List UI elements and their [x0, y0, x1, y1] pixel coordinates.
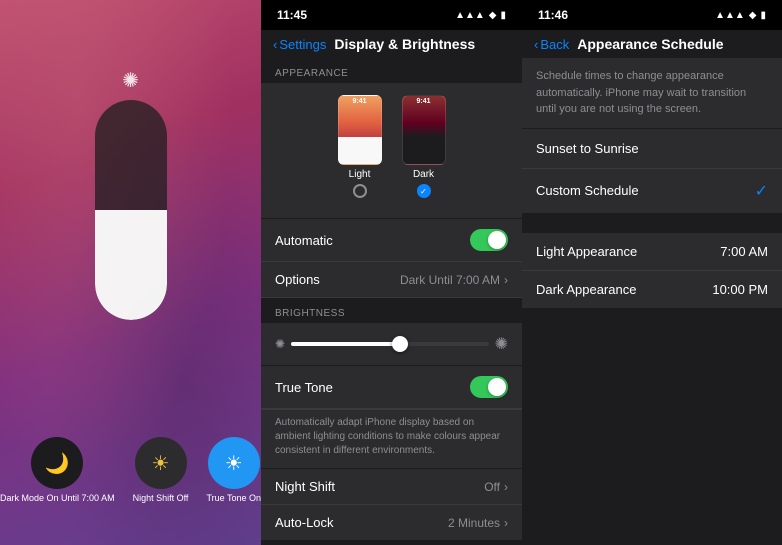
slider-fill — [95, 210, 167, 320]
status-bar: 11:45 ▲▲▲ ◆ ▮ — [261, 0, 522, 30]
auto-lock-row[interactable]: Auto-Lock 2 Minutes › — [261, 505, 522, 540]
db-content: APPEARANCE 9:41 Light 9:41 Dark ✓ — [261, 58, 522, 545]
display-brightness-panel: 11:45 ▲▲▲ ◆ ▮ ‹ Settings Display & Brigh… — [261, 0, 522, 545]
status-icons-3: ▲▲▲ ◆ ▮ — [715, 10, 766, 21]
night-shift-value-text: Off — [484, 480, 500, 494]
preview-time-light: 9:41 — [339, 96, 381, 105]
schedule-description: Schedule times to change appearance auto… — [522, 58, 782, 128]
signal-icon: ▲▲▲ — [455, 10, 485, 21]
light-mode-option[interactable]: 9:41 Light — [338, 95, 382, 198]
dark-mode-icon: 🌙 — [31, 437, 83, 489]
brightness-sun-icon: ✺ — [122, 68, 139, 93]
custom-schedule-option[interactable]: Custom Schedule ✓ — [522, 169, 782, 213]
signal-icon-3: ▲▲▲ — [715, 10, 745, 21]
appearance-options: 9:41 Light 9:41 Dark ✓ — [338, 95, 446, 198]
auto-lock-value-text: 2 Minutes — [448, 516, 500, 530]
true-tone-label: True Tone On — [206, 493, 261, 505]
true-tone-description: Automatically adapt iPhone display based… — [261, 409, 522, 468]
nav-bar: ‹ Settings Display & Brightness — [261, 30, 522, 58]
true-tone-row[interactable]: True Tone — [261, 366, 522, 409]
true-tone-icon: ☀ — [208, 437, 260, 489]
wifi-icon: ◆ — [489, 10, 497, 21]
custom-schedule-label: Custom Schedule — [536, 183, 639, 198]
dark-mode-item[interactable]: 🌙 Dark Mode On Until 7:00 AM — [0, 437, 115, 505]
dark-appearance-row[interactable]: Dark Appearance 10:00 PM — [522, 271, 782, 308]
dark-appearance-label: Dark Appearance — [536, 282, 636, 297]
preview-time-dark: 9:41 — [403, 96, 445, 105]
control-center-panel: ✺ 🌙 Dark Mode On Until 7:00 AM ☀ Night S… — [0, 0, 261, 545]
light-appearance-label: Light Appearance — [536, 244, 637, 259]
page-title: Display & Brightness — [334, 36, 475, 52]
dark-mode-label: Dark Mode On Until 7:00 AM — [0, 493, 115, 505]
wifi-icon-3: ◆ — [749, 10, 757, 21]
light-appearance-row[interactable]: Light Appearance 7:00 AM — [522, 233, 782, 271]
brightness-section: ✺ ✺ — [261, 323, 522, 365]
night-shift-label: Night Shift — [275, 479, 335, 494]
options-value-text: Dark Until 7:00 AM — [400, 273, 500, 287]
night-shift-icon: ☀ — [135, 437, 187, 489]
chevron-left-icon: ‹ — [273, 37, 277, 52]
appearance-section: 9:41 Light 9:41 Dark ✓ — [261, 83, 522, 218]
back-label-3: Back — [540, 37, 569, 52]
sunset-sunrise-label: Sunset to Sunrise — [536, 141, 639, 156]
status-bar-3: 11:46 ▲▲▲ ◆ ▮ — [522, 0, 782, 30]
true-tone-item[interactable]: ☀ True Tone On — [206, 437, 261, 505]
battery-icon-3: ▮ — [760, 10, 766, 21]
brightness-header: BRIGHTNESS — [261, 298, 522, 323]
status-time: 11:45 — [277, 8, 307, 22]
chevron-left-icon-3: ‹ — [534, 37, 538, 52]
light-appearance-time: 7:00 AM — [720, 244, 768, 259]
auto-lock-label: Auto-Lock — [275, 515, 334, 530]
dark-label: Dark — [413, 169, 434, 180]
chevron-right-icon: › — [504, 273, 508, 287]
status-icons: ▲▲▲ ◆ ▮ — [455, 10, 506, 21]
brightness-low-icon: ✺ — [275, 337, 285, 351]
battery-icon: ▮ — [500, 10, 506, 21]
automatic-toggle[interactable] — [470, 229, 508, 251]
dark-mode-option[interactable]: 9:41 Dark ✓ — [402, 95, 446, 198]
light-label: Light — [349, 169, 371, 180]
back-button[interactable]: ‹ Settings — [273, 37, 326, 52]
slider-track[interactable] — [291, 342, 489, 346]
dark-preview: 9:41 — [402, 95, 446, 165]
night-shift-row[interactable]: Night Shift Off › — [261, 469, 522, 505]
dark-appearance-time: 10:00 PM — [712, 282, 768, 297]
brightness-slider[interactable]: ✺ ✺ — [275, 333, 508, 355]
back-label: Settings — [279, 37, 326, 52]
schedule-options: Sunset to Sunrise Custom Schedule ✓ — [522, 129, 782, 213]
options-label: Options — [275, 272, 320, 287]
night-shift-value: Off › — [484, 480, 508, 494]
slider-thumb — [392, 336, 408, 352]
automatic-label: Automatic — [275, 233, 333, 248]
slider-fill — [291, 342, 400, 346]
sunset-sunrise-option[interactable]: Sunset to Sunrise — [522, 129, 782, 169]
checkmark-icon: ✓ — [755, 181, 768, 201]
options-row[interactable]: Options Dark Until 7:00 AM › — [261, 262, 522, 298]
night-shift-item[interactable]: ☀ Night Shift Off — [133, 437, 189, 505]
auto-lock-chevron: › — [504, 516, 508, 530]
brightness-slider-vertical[interactable] — [95, 100, 167, 320]
schedule-times: Light Appearance 7:00 AM Dark Appearance… — [522, 233, 782, 308]
appearance-schedule-panel: 11:46 ▲▲▲ ◆ ▮ ‹ Back Appearance Schedule… — [522, 0, 782, 545]
appearance-header: APPEARANCE — [261, 58, 522, 83]
night-shift-label: Night Shift Off — [133, 493, 189, 505]
automatic-row[interactable]: Automatic — [261, 219, 522, 262]
brightness-high-icon: ✺ — [495, 334, 508, 354]
options-value: Dark Until 7:00 AM › — [400, 273, 508, 287]
toggle-knob — [488, 231, 506, 249]
nav-bar-3: ‹ Back Appearance Schedule — [522, 30, 782, 58]
light-radio[interactable] — [353, 184, 367, 198]
status-time-3: 11:46 — [538, 8, 568, 22]
schedule-title: Appearance Schedule — [577, 36, 723, 52]
true-tone-toggle[interactable] — [470, 376, 508, 398]
night-shift-chevron: › — [504, 480, 508, 494]
auto-lock-value: 2 Minutes › — [448, 516, 508, 530]
dark-radio[interactable]: ✓ — [417, 184, 431, 198]
true-tone-toggle-knob — [488, 378, 506, 396]
light-preview: 9:41 — [338, 95, 382, 165]
true-tone-label: True Tone — [275, 380, 333, 395]
back-button-3[interactable]: ‹ Back — [534, 37, 569, 52]
quick-settings-icons: 🌙 Dark Mode On Until 7:00 AM ☀ Night Shi… — [0, 437, 261, 505]
